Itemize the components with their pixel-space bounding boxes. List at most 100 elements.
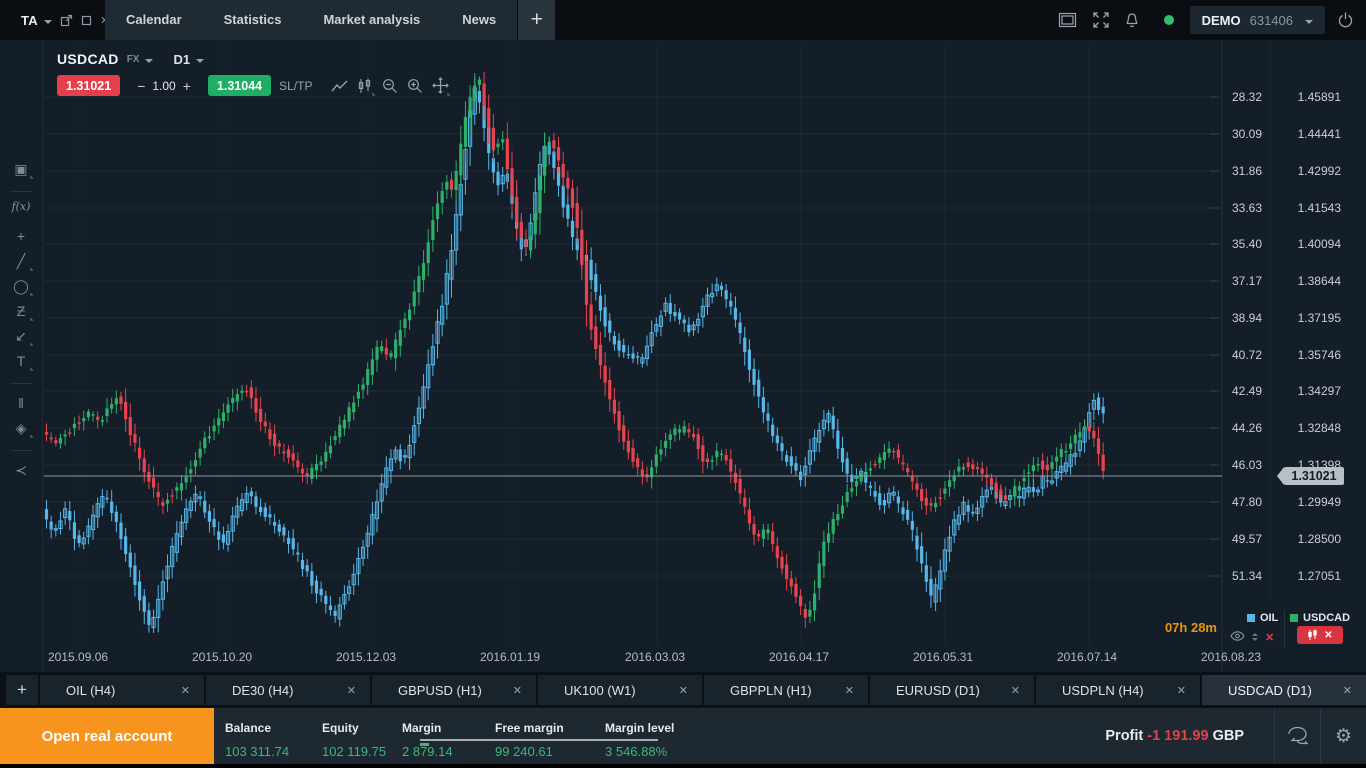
volume-minus-button[interactable]: − — [130, 78, 152, 94]
fibonacci-icon[interactable]: Ƶ — [8, 300, 34, 323]
account-selector[interactable]: DEMO 631406 — [1190, 6, 1325, 34]
margin-usage-chip — [420, 743, 429, 746]
add-object-icon[interactable]: + — [8, 225, 34, 248]
timeframe-label[interactable]: D1 — [173, 52, 190, 67]
share-icon[interactable]: ≺ — [8, 459, 34, 482]
candle-chart-mode-icon[interactable] — [353, 76, 377, 96]
text-tool-icon[interactable]: T — [8, 350, 34, 373]
chevron-down-icon[interactable] — [44, 20, 52, 28]
gear-icon: ⚙ — [1335, 725, 1352, 748]
chat-button[interactable] — [1275, 708, 1320, 764]
instrument-tab-eurusd[interactable]: EURUSD (D1)✕ — [870, 675, 1034, 705]
date-axis-label: 2015.09.06 — [48, 650, 108, 664]
workspace-tab[interactable]: TA ✕ — [0, 0, 105, 40]
top-nav-tabs: CalendarStatisticsMarket analysisNews — [105, 0, 517, 40]
close-icon: ✕ — [1324, 630, 1332, 641]
ellipse-tool-icon[interactable]: ◯ — [8, 275, 34, 298]
remove-overlay-icon[interactable]: ✕ — [1265, 631, 1274, 644]
close-icon[interactable]: ✕ — [347, 684, 356, 697]
zoom-out-icon[interactable] — [378, 76, 402, 96]
close-icon[interactable]: ✕ — [679, 684, 688, 697]
legend-divider — [1284, 610, 1285, 648]
pan-crosshair-icon[interactable] — [428, 76, 452, 96]
close-icon[interactable]: ✕ — [181, 684, 190, 697]
oil-axis-label: 49.57 — [1224, 531, 1262, 547]
symbol-dropdown-icon[interactable] — [145, 59, 153, 67]
fullscreen-icon[interactable] — [1092, 11, 1110, 29]
profit-summary: Profit -1 191.99 GBP — [1105, 708, 1274, 764]
status-bar: Open real account Balance103 311.74Equit… — [0, 708, 1366, 764]
symbol-name: USDCAD — [57, 51, 119, 67]
profit-currency: GBP — [1213, 728, 1244, 744]
usdcad-axis-label: 1.35746 — [1276, 347, 1341, 363]
instrument-tab-bar: + OIL (H4)✕DE30 (H4)✕GBPUSD (H1)✕UK100 (… — [0, 672, 1366, 708]
close-icon[interactable]: ✕ — [1011, 684, 1020, 697]
instrument-tab-label: EURUSD (D1) — [896, 683, 1011, 698]
date-axis-label: 2016.07.14 — [1057, 650, 1117, 664]
top-tab-news[interactable]: News — [441, 0, 517, 40]
line-chart-mode-icon[interactable] — [328, 76, 352, 96]
close-icon[interactable]: ✕ — [1343, 684, 1352, 697]
sell-price-button[interactable]: 1.31021 — [57, 75, 120, 96]
instrument-tab-uk100[interactable]: UK100 (W1)✕ — [538, 675, 702, 705]
reorder-arrows-icon[interactable] — [1252, 630, 1258, 644]
trading-platform-window: TA ✕ CalendarStatisticsMarket analysisNe… — [0, 0, 1366, 768]
visibility-eye-icon[interactable] — [1230, 628, 1245, 646]
close-icon[interactable]: ✕ — [513, 684, 522, 697]
toolbar-divider — [10, 383, 32, 384]
top-tab-calendar[interactable]: Calendar — [105, 0, 203, 40]
close-icon[interactable]: ✕ — [845, 684, 854, 697]
open-real-account-button[interactable]: Open real account — [0, 708, 214, 764]
instrument-tab-de30[interactable]: DE30 (H4)✕ — [206, 675, 370, 705]
margin-usage-bar — [420, 739, 658, 741]
stats-row: Balance103 311.74Equity102 119.75Margin2… — [225, 708, 674, 764]
chart-area: ▣f(x)+╱◯Ƶ↙Tǁ◈≺ USDCAD FX D1 1.31021 − 1.… — [0, 40, 1366, 672]
usdcad-axis-label: 1.29949 — [1276, 494, 1341, 510]
workspace-tab-label: TA — [21, 13, 38, 28]
date-axis-label: 2015.10.20 — [192, 650, 252, 664]
oil-axis-label: 28.32 — [1224, 89, 1262, 105]
close-icon[interactable]: ✕ — [1177, 684, 1186, 697]
settings-gear-button[interactable]: ⚙ — [1321, 708, 1366, 764]
usdcad-axis-label: 1.40094 — [1276, 236, 1341, 252]
oil-axis-label: 42.49 — [1224, 383, 1262, 399]
timeframe-dropdown-icon[interactable] — [196, 59, 204, 67]
logout-power-icon[interactable] — [1337, 11, 1354, 29]
date-axis-label: 2016.05.31 — [913, 650, 973, 664]
arrow-tool-icon[interactable]: ↙ — [8, 325, 34, 348]
instrument-tab-gbpusd[interactable]: GBPUSD (H1)✕ — [372, 675, 536, 705]
trendline-icon[interactable]: ╱ — [8, 250, 34, 273]
instrument-tab-oil[interactable]: OIL (H4)✕ — [40, 675, 204, 705]
popout-icon[interactable] — [60, 14, 73, 27]
instrument-tab-usdcad[interactable]: USDCAD (D1)✕ — [1202, 675, 1366, 705]
date-axis-label: 2016.08.23 — [1201, 650, 1261, 664]
oil-axis-label: 47.80 — [1224, 494, 1262, 510]
widgets-icon[interactable] — [1058, 12, 1077, 28]
top-tab-statistics[interactable]: Statistics — [203, 0, 303, 40]
volume-value[interactable]: 1.00 — [152, 79, 175, 93]
chart-layout-icon[interactable]: ▣ — [8, 158, 34, 181]
maximize-icon[interactable] — [81, 15, 92, 26]
add-instrument-button[interactable]: + — [6, 675, 38, 705]
chart-type-icon[interactable]: ǁ — [8, 392, 34, 415]
chevron-down-icon — [1305, 20, 1313, 28]
top-tab-market-analysis[interactable]: Market analysis — [302, 0, 441, 40]
oil-axis-label: 44.26 — [1224, 420, 1262, 436]
instrument-tab-usdpln[interactable]: USDPLN (H4)✕ — [1036, 675, 1200, 705]
notifications-bell-icon[interactable] — [1124, 12, 1140, 29]
chart-canvas[interactable] — [0, 40, 1366, 672]
usdcad-axis-label: 1.38644 — [1276, 273, 1341, 289]
indicators-icon[interactable]: f(x) — [8, 200, 34, 223]
instrument-tab-gbppln[interactable]: GBPPLN (H1)✕ — [704, 675, 868, 705]
volume-plus-button[interactable]: + — [176, 78, 198, 94]
instrument-tab-label: GBPPLN (H1) — [730, 683, 845, 698]
layers-icon[interactable]: ◈ — [8, 417, 34, 440]
close-chart-button[interactable]: ✕ — [1297, 626, 1343, 644]
zoom-in-icon[interactable] — [403, 76, 427, 96]
legend-usdcad: USDCAD — [1290, 612, 1350, 624]
chart-legend: OIL ✕ USDCAD ✕ — [1224, 608, 1366, 650]
usdcad-axis-label: 1.37195 — [1276, 310, 1341, 326]
add-tab-button[interactable]: + — [517, 0, 555, 40]
sltp-button[interactable]: SL/TP — [279, 79, 312, 93]
buy-price-button[interactable]: 1.31044 — [208, 75, 271, 96]
